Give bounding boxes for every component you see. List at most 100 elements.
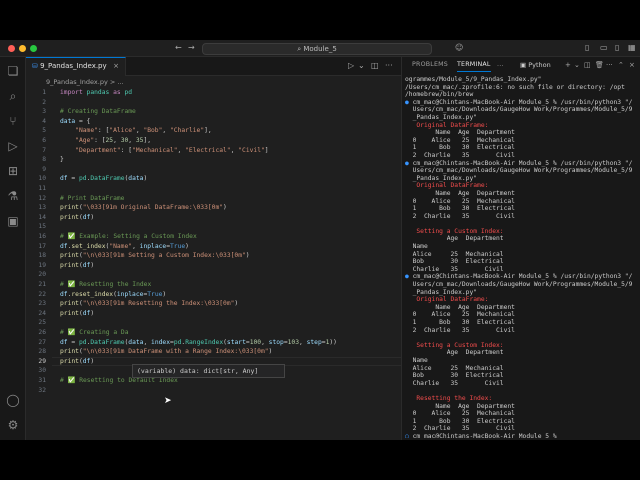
kill-terminal-icon[interactable]: 🗑 [595,60,604,70]
close-tab-icon[interactable]: × [113,58,119,75]
line-number[interactable]: 22 [26,290,46,300]
line-number[interactable]: 18 [26,251,46,261]
code-line[interactable]: df.set_index("Name", inplace=True) [60,242,189,252]
line-number[interactable]: 4 [26,117,46,127]
line-number[interactable]: 12 [26,194,46,204]
minimize-window-button[interactable] [19,45,26,52]
split-terminal-icon[interactable]: ◫ [584,60,591,70]
line-number[interactable]: 32 [26,386,46,396]
close-panel-icon[interactable]: × [629,60,635,70]
line-number[interactable]: 1 [26,88,46,98]
search-icon[interactable]: ⌕ [5,88,21,104]
tab-9-pandas-index[interactable]: ⛁ 9_Pandas_Index.py × [26,57,126,76]
maximize-window-button[interactable] [30,45,37,52]
new-terminal-icon[interactable]: + [565,60,571,70]
command-status-dot-icon[interactable]: ○ [405,433,409,438]
line-number[interactable]: 3 [26,107,46,117]
line-number[interactable]: 21 [26,280,46,290]
docker-icon[interactable]: ▣ [5,213,21,229]
code-line[interactable]: print("\n\033[91m DataFrame with a Range… [60,347,272,357]
toggle-secondary-sidebar-icon[interactable]: ▯ [615,43,619,53]
code-line[interactable]: print(df) [60,261,94,271]
line-number[interactable]: 6 [26,136,46,146]
line-number[interactable]: 5 [26,126,46,136]
back-arrow-icon[interactable]: ← [175,43,182,53]
code-line[interactable]: "Department": ["Mechanical", "Electrical… [60,146,268,156]
line-number[interactable]: 15 [26,222,46,232]
toggle-sidebar-icon[interactable]: ▯ [585,43,589,53]
line-number[interactable]: 8 [26,155,46,165]
command-status-dot-icon[interactable]: ● [405,160,409,167]
line-number[interactable]: 28 [26,347,46,357]
code-line[interactable]: # Creating DataFrame [60,107,136,117]
line-number[interactable]: 9 [26,165,46,175]
line-number[interactable]: 20 [26,270,46,280]
command-status-dot-icon[interactable]: ● [405,99,409,106]
settings-gear-icon[interactable]: ⚙ [5,417,21,433]
code-line[interactable]: "Age": [25, 30, 35], [60,136,151,146]
line-number[interactable]: 31 [26,376,46,386]
command-status-dot-icon[interactable]: ● [405,273,409,280]
code-line[interactable]: # ✅ Creating a Da [60,328,129,338]
terminal-line: _Pandas_Index.py" [405,174,478,182]
code-line[interactable]: print(df) [60,213,94,223]
extensions-icon[interactable]: ⊞ [5,163,21,179]
copilot-icon[interactable]: ☺ [455,43,463,53]
code-line[interactable]: df = pd.DataFrame(data, index=pd.RangeIn… [60,338,337,348]
code-line[interactable]: } [60,155,64,165]
terminal-more-icon[interactable]: ··· [606,60,613,70]
code-line[interactable]: # ✅ Resetting the Index [60,280,151,290]
line-number[interactable]: 29 [26,357,46,367]
code-line[interactable]: print("\n\033[91m Setting a Custom Index… [60,251,250,261]
more-actions-icon[interactable]: ··· [385,61,393,71]
layout-icon[interactable]: ▦ [628,43,636,53]
line-number[interactable]: 19 [26,261,46,271]
source-control-icon[interactable]: ⑂ [5,113,21,129]
split-editor-icon[interactable]: ◫ [371,61,379,71]
run-python-file-icon[interactable]: ▷ [348,61,354,71]
code-line[interactable]: print(df) [60,357,94,367]
tab-terminal[interactable]: TERMINAL [457,61,491,72]
testing-icon[interactable]: ⚗ [5,188,21,204]
code-line[interactable]: print(df) [60,309,94,319]
line-number[interactable]: 11 [26,184,46,194]
line-number[interactable]: 24 [26,309,46,319]
code-line[interactable]: import pandas as pd [60,88,132,98]
terminal-output[interactable]: ogrammes/Module_5/9_Pandas_Index.py"/Use… [405,76,640,438]
line-number[interactable]: 14 [26,213,46,223]
line-number[interactable]: 27 [26,338,46,348]
tab-more[interactable]: ... [497,61,504,69]
code-line[interactable]: data = { [60,117,90,127]
explorer-icon[interactable]: ❏ [5,63,21,79]
code-line[interactable]: "Name": ["Alice", "Bob", "Charlie"], [60,126,212,136]
close-window-button[interactable] [8,45,15,52]
code-line[interactable]: df = pd.DataFrame(data) [60,174,147,184]
run-debug-icon[interactable]: ▷ [5,138,21,154]
tab-label: 9_Pandas_Index.py [40,62,107,70]
line-number[interactable]: 13 [26,203,46,213]
run-dropdown-icon[interactable]: ⌄ [358,61,365,71]
line-number[interactable]: 2 [26,98,46,108]
code-line[interactable]: # ✅ Example: Setting a Custom Index [60,232,197,242]
forward-arrow-icon[interactable]: → [188,43,195,53]
tab-problems[interactable]: PROBLEMS [412,61,448,69]
command-center-search[interactable]: ⌕ Module_5 [202,43,432,55]
line-number[interactable]: 7 [26,146,46,156]
code-line[interactable]: # Print DataFrame [60,194,124,204]
line-number[interactable]: 17 [26,242,46,252]
line-number[interactable]: 26 [26,328,46,338]
account-icon[interactable]: ◯ [5,392,21,408]
line-number[interactable]: 30 [26,366,46,376]
code-line[interactable]: print("\033[91m Original DataFrame:\033[… [60,203,227,213]
line-number[interactable]: 23 [26,299,46,309]
code-line[interactable]: df.reset_index(inplace=True) [60,290,166,300]
line-number[interactable]: 25 [26,318,46,328]
line-number[interactable]: 16 [26,232,46,242]
code-line[interactable]: print("\n\033[91m Resetting the Index:\0… [60,299,238,309]
breadcrumb[interactable]: 9_Pandas_Index.py > ... [46,78,124,86]
toggle-panel-icon[interactable]: ▭ [600,43,608,53]
terminal-shell-selector[interactable]: ▣ Python [520,60,551,70]
maximize-panel-icon[interactable]: ⌃ [618,60,624,70]
terminal-dropdown-icon[interactable]: ⌄ [574,60,580,70]
line-number[interactable]: 10 [26,174,46,184]
